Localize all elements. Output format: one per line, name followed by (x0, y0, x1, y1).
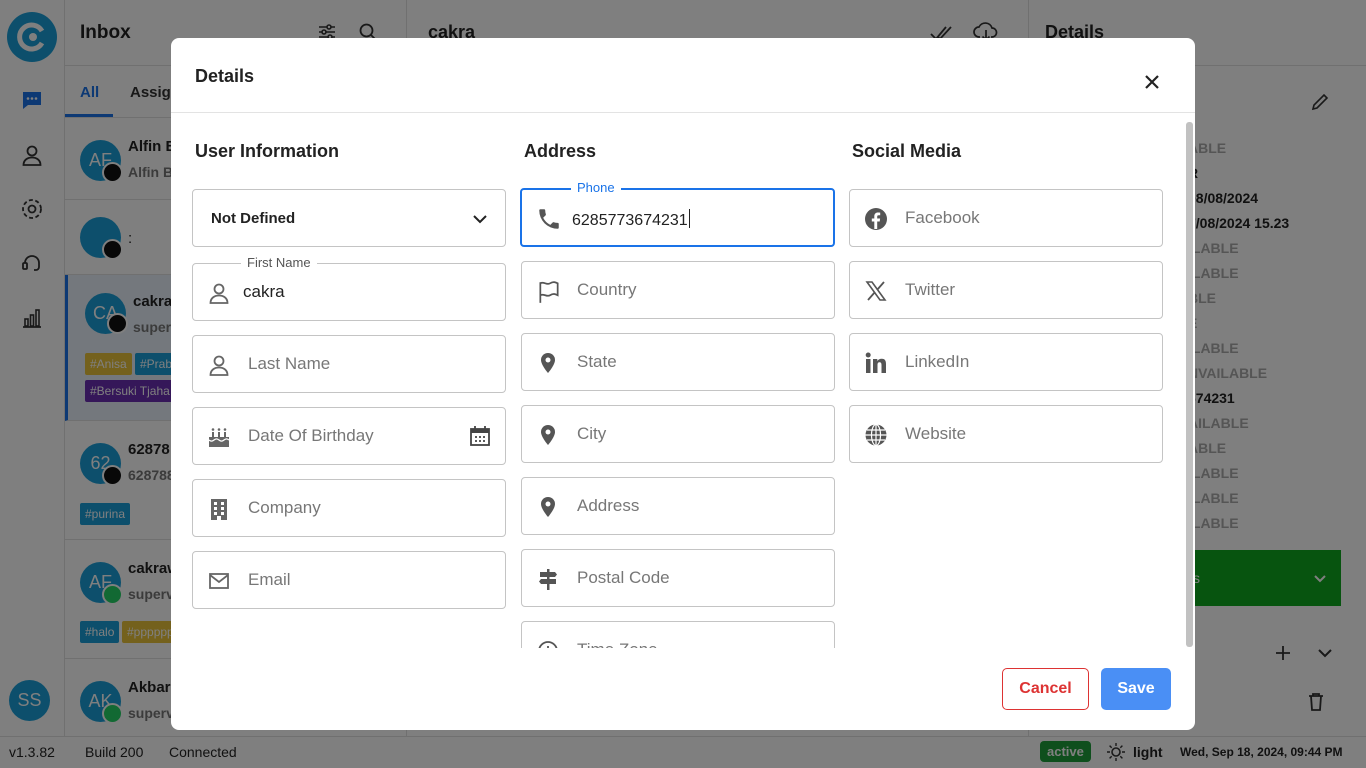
country-placeholder: Country (577, 280, 637, 299)
phone-label: Phone (571, 180, 621, 195)
phone-value: 6285773674231 (572, 209, 690, 230)
gender-select-value: Not Defined (211, 210, 296, 227)
signpost-icon (536, 567, 560, 591)
globe-icon (864, 423, 888, 447)
person-icon (207, 281, 231, 305)
cancel-button[interactable]: Cancel (1002, 668, 1089, 710)
mail-icon (207, 569, 231, 593)
email-field[interactable]: Email (192, 551, 506, 609)
x-twitter-icon (864, 279, 888, 303)
modal-title: Details (195, 66, 255, 86)
twitter-field[interactable]: Twitter (849, 261, 1163, 319)
linkedin-icon (864, 351, 888, 375)
state-field[interactable]: State (521, 333, 835, 391)
location-pin-icon (536, 423, 560, 447)
company-placeholder: Company (248, 498, 321, 517)
last-name-field[interactable]: Last Name (192, 335, 506, 393)
facebook-field[interactable]: Facebook (849, 189, 1163, 247)
modal-body: User Information Not Defined First Name … (171, 114, 1187, 648)
gender-select[interactable]: Not Defined (192, 189, 506, 247)
facebook-icon (864, 207, 888, 231)
phone-icon (536, 206, 560, 230)
address-placeholder: Address (577, 496, 640, 515)
flag-icon (536, 279, 560, 303)
location-pin-icon (536, 495, 560, 519)
postal-code-placeholder: Postal Code (577, 568, 670, 587)
cake-icon (207, 425, 231, 449)
address-heading: Address (524, 141, 597, 161)
website-field[interactable]: Website (849, 405, 1163, 463)
person-icon (207, 353, 231, 377)
time-zone-placeholder: Time Zone (577, 640, 658, 648)
city-placeholder: City (577, 424, 607, 443)
chevron-down-icon (469, 208, 491, 230)
address-field[interactable]: Address (521, 477, 835, 535)
website-placeholder: Website (905, 424, 967, 443)
details-modal: Details User Information Not Defined Fir… (171, 38, 1195, 730)
clock-icon (536, 639, 560, 648)
company-field[interactable]: Company (192, 479, 506, 537)
email-placeholder: Email (248, 570, 291, 589)
building-icon (207, 497, 231, 521)
linkedin-placeholder: LinkedIn (905, 352, 970, 371)
facebook-placeholder: Facebook (905, 208, 980, 227)
first-name-field[interactable]: First Name cakra (192, 255, 506, 321)
phone-field[interactable]: Phone 6285773674231 (520, 180, 835, 247)
scrollbar[interactable] (1186, 122, 1193, 647)
user-info-heading: User Information (195, 141, 340, 161)
social-media-heading: Social Media (852, 141, 962, 161)
save-button[interactable]: Save (1101, 668, 1171, 710)
last-name-placeholder: Last Name (248, 354, 331, 373)
calendar-icon[interactable] (469, 425, 491, 447)
city-field[interactable]: City (521, 405, 835, 463)
location-pin-icon (536, 351, 560, 375)
date-of-birth-field[interactable]: Date Of Birthday (192, 407, 506, 465)
date-of-birth-placeholder: Date Of Birthday (248, 426, 374, 445)
country-field[interactable]: Country (521, 261, 835, 319)
first-name-value: cakra (243, 282, 285, 301)
state-placeholder: State (577, 352, 617, 371)
first-name-label: First Name (241, 255, 317, 270)
time-zone-field[interactable]: Time Zone (521, 621, 835, 648)
postal-code-field[interactable]: Postal Code (521, 549, 835, 607)
linkedin-field[interactable]: LinkedIn (849, 333, 1163, 391)
close-icon[interactable] (1139, 69, 1165, 95)
twitter-placeholder: Twitter (905, 280, 956, 299)
